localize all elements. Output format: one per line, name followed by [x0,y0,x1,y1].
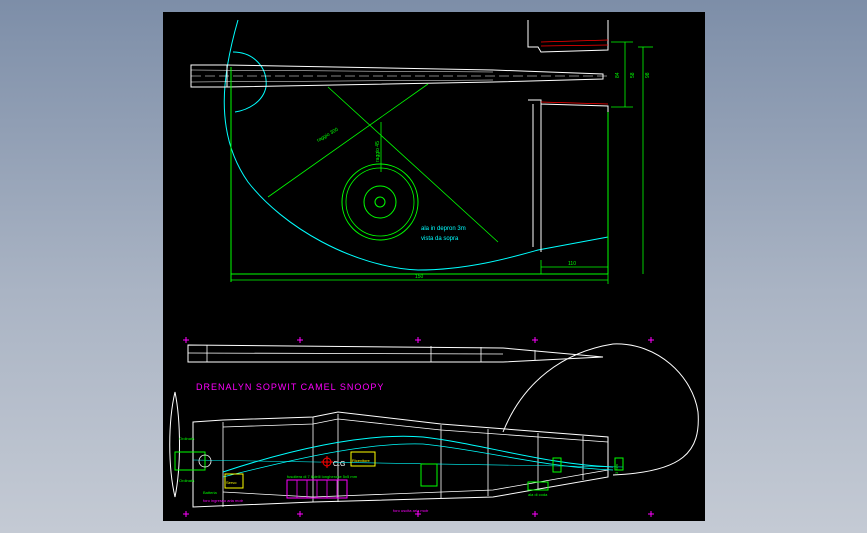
spar-inner [190,69,494,73]
rudder-outline [502,343,699,476]
tail-label: ala di coda [528,492,548,497]
dim-right-label-1: 84 [615,72,621,78]
receiver-label: Ricevitore [352,458,371,463]
top-view: ala in depron 3m vista da sopra raggio 3… [190,19,653,284]
drawing-title: DRENALYN SOPWIT CAMEL SNOOPY [196,382,384,392]
tail-upper-hatch [540,39,609,47]
servo-label: Servo [226,480,237,485]
fuselage-cyan-line [222,435,614,473]
crosshair-markers [183,337,654,517]
cg-label: C.G [333,461,345,468]
cad-drawing-canvas: ala in depron 3m vista da sopra raggio 3… [163,12,705,521]
center-circles [341,163,419,241]
cg-marker-icon [321,456,333,468]
tail-upper [527,20,609,53]
tail-lower-hatch [540,101,609,105]
battery-cells [296,480,338,498]
dim-bottom-right-label: 110 [568,261,576,267]
exhaust-note: foro uscita aria motr [393,508,429,513]
dim-right-label-3: 98 [645,72,651,78]
diagonal-2 [327,86,499,243]
tail-lower [528,99,609,112]
front-bottom-label: Ordinata [179,478,195,483]
wing-planform-arc [223,19,609,271]
right-dimensions [540,41,653,284]
fuselage-bottom-rail [222,469,609,498]
spar-inner-2 [190,79,494,83]
small-radius-label: raggio 45 [375,141,381,162]
diagonal-1 [267,83,429,198]
root-arc [232,51,267,113]
battery-label: Batteria [203,490,218,495]
structure-note: fusoliera di 7 listelli longherone 5x5 m… [287,474,358,479]
radius-label: raggio 300 [316,127,340,144]
fuselage-top-rail [222,418,609,443]
side-view: DRENALYN SOPWIT CAMEL SNOOPY Servo Ricev… [169,337,699,517]
dim-bottom-label: 150 [415,274,424,280]
front-top-label: Ordinata [179,436,195,441]
cad-drawing: ala in depron 3m vista da sopra raggio 3… [169,19,699,517]
tail-fitting [420,463,438,487]
wing-label-line2: vista da sopra [421,236,459,242]
tail-right-label: 3 mm [614,463,619,474]
intake-note: foro ingresso aria motr [203,498,244,503]
wing-label-line1: ala in depron 3m [421,226,466,232]
dim-right-label-2: 58 [630,72,636,78]
